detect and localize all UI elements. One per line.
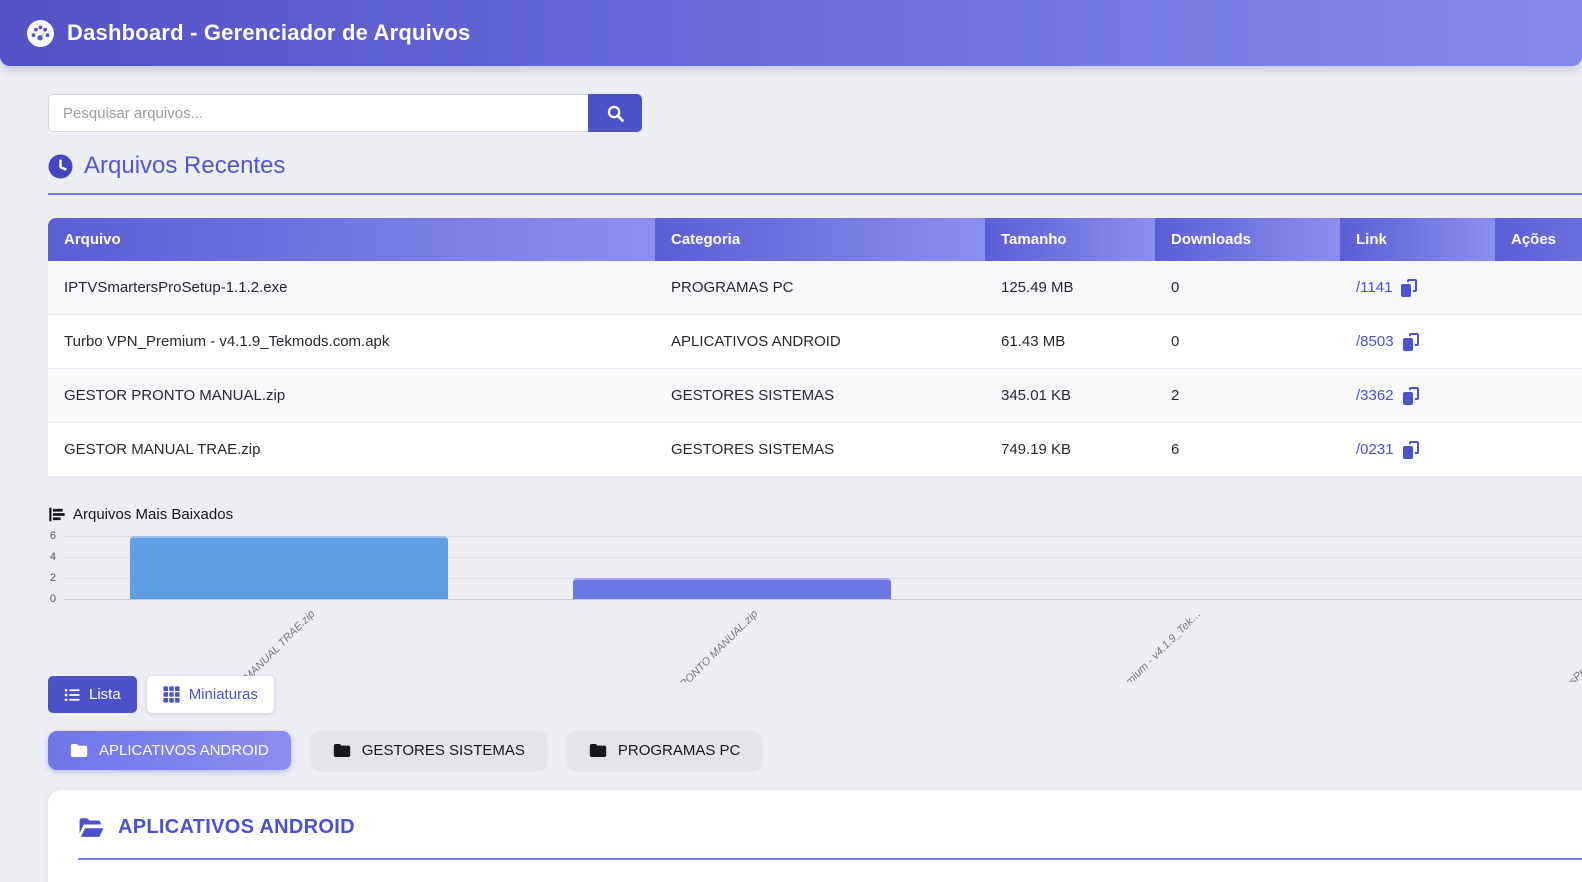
search-input[interactable] bbox=[48, 94, 588, 132]
chart-ytick-label: 6 bbox=[20, 530, 56, 542]
cell-categoria: GESTORES SISTEMAS bbox=[655, 423, 985, 476]
cell-downloads: 0 bbox=[1155, 261, 1340, 314]
file-link[interactable]: /8503 bbox=[1356, 333, 1394, 350]
chart-title: Arquivos Mais Baixados bbox=[48, 506, 233, 523]
category-button-label: PROGRAMAS PC bbox=[618, 742, 741, 759]
cell-link: /1141 bbox=[1340, 261, 1495, 314]
cell-tamanho: 345.01 KB bbox=[985, 369, 1155, 422]
copy-link-icon[interactable] bbox=[1403, 387, 1419, 405]
category-section-card: APLICATIVOS ANDROID bbox=[48, 790, 1582, 882]
file-link[interactable]: /1141 bbox=[1356, 279, 1392, 296]
cell-arquivo: GESTOR MANUAL TRAE.zip bbox=[48, 423, 655, 476]
folder-icon bbox=[70, 743, 88, 758]
grid-icon bbox=[163, 686, 180, 703]
cell-acoes bbox=[1495, 315, 1582, 368]
bar-chart-icon bbox=[48, 506, 65, 523]
page-title: Dashboard - Gerenciador de Arquivos bbox=[67, 20, 471, 46]
dashboard-screen: Dashboard - Gerenciador de Arquivos Arqu… bbox=[0, 0, 1582, 882]
category-button-label: APLICATIVOS ANDROID bbox=[99, 742, 269, 759]
chart-gridline bbox=[64, 599, 1582, 600]
column-header-link: Link bbox=[1340, 218, 1495, 261]
cell-downloads: 0 bbox=[1155, 315, 1340, 368]
view-toggle: Lista Miniaturas bbox=[48, 676, 274, 713]
chart-xtick-label: IPTVSmartersProSetup-1.1.2.exe bbox=[1522, 608, 1582, 682]
chart-xtick-label: GESTOR PRONTO MANUAL.zip bbox=[637, 608, 760, 682]
app-header: Dashboard - Gerenciador de Arquivos bbox=[0, 0, 1582, 66]
column-header-categoria: Categoria bbox=[655, 218, 985, 261]
cell-acoes bbox=[1495, 423, 1582, 476]
column-header-downloads: Downloads bbox=[1155, 218, 1340, 261]
recent-files-heading: Arquivos Recentes bbox=[48, 152, 285, 180]
file-link[interactable]: /3362 bbox=[1356, 387, 1394, 404]
table-header-row: ArquivoCategoriaTamanhoDownloadsLinkAçõe… bbox=[48, 218, 1582, 261]
chart-xtick-label: Turbo VPN_Premium - v4.1.9_Tek… bbox=[1069, 608, 1203, 682]
chart-ytick-label: 2 bbox=[20, 572, 56, 584]
cell-arquivo: IPTVSmartersProSetup-1.1.2.exe bbox=[48, 261, 655, 314]
table-row: Turbo VPN_Premium - v4.1.9_Tekmods.com.a… bbox=[48, 315, 1582, 369]
cell-downloads: 6 bbox=[1155, 423, 1340, 476]
cell-acoes bbox=[1495, 369, 1582, 422]
cell-arquivo: GESTOR PRONTO MANUAL.zip bbox=[48, 369, 655, 422]
category-button-gestores-sistemas[interactable]: GESTORES SISTEMAS bbox=[311, 731, 547, 770]
thumbnails-view-button[interactable]: Miniaturas bbox=[147, 676, 274, 713]
chart-bar bbox=[573, 578, 891, 599]
category-button-aplicativos-android[interactable]: APLICATIVOS ANDROID bbox=[48, 731, 291, 770]
category-section-title: APLICATIVOS ANDROID bbox=[118, 816, 355, 839]
category-button-programas-pc[interactable]: PROGRAMAS PC bbox=[567, 731, 763, 770]
cell-tamanho: 749.19 KB bbox=[985, 423, 1155, 476]
cell-categoria: GESTORES SISTEMAS bbox=[655, 369, 985, 422]
clock-icon bbox=[48, 154, 73, 179]
column-header-acoes: Ações bbox=[1495, 218, 1582, 261]
cell-tamanho: 61.43 MB bbox=[985, 315, 1155, 368]
cell-tamanho: 125.49 MB bbox=[985, 261, 1155, 314]
folder-icon bbox=[333, 743, 351, 758]
table-row: GESTOR PRONTO MANUAL.zipGESTORES SISTEMA… bbox=[48, 369, 1582, 423]
chart-title-text: Arquivos Mais Baixados bbox=[73, 506, 233, 523]
chart-xtick-label: GESTOR MANUAL TRAE.zip bbox=[207, 608, 318, 682]
chart-bar bbox=[130, 536, 448, 599]
search-icon bbox=[606, 104, 625, 123]
copy-link-icon[interactable] bbox=[1401, 279, 1417, 297]
category-section-heading: APLICATIVOS ANDROID bbox=[78, 816, 355, 839]
list-icon bbox=[64, 687, 80, 703]
category-section-divider bbox=[78, 858, 1582, 860]
category-buttons: APLICATIVOS ANDROID GESTORES SISTEMAS PROG… bbox=[48, 731, 762, 770]
search-button[interactable] bbox=[588, 94, 642, 132]
table-body: IPTVSmartersProSetup-1.1.2.exePROGRAMAS … bbox=[48, 261, 1582, 477]
chart-ytick-label: 0 bbox=[20, 593, 56, 605]
cell-link: /3362 bbox=[1340, 369, 1495, 422]
cell-acoes bbox=[1495, 261, 1582, 314]
column-header-tamanho: Tamanho bbox=[985, 218, 1155, 261]
recent-heading-divider bbox=[48, 193, 1582, 195]
chart-ytick-label: 4 bbox=[20, 551, 56, 563]
folder-open-icon bbox=[78, 816, 105, 839]
thumbnails-view-label: Miniaturas bbox=[189, 686, 258, 703]
file-link[interactable]: /0231 bbox=[1356, 441, 1394, 458]
cell-categoria: PROGRAMAS PC bbox=[655, 261, 985, 314]
tachometer-icon bbox=[27, 20, 54, 47]
downloads-chart: Arquivos Mais Baixados 6 4 2 0 GESTOR MANUAL… bbox=[0, 500, 1582, 682]
recent-files-table: ArquivoCategoriaTamanhoDownloadsLinkAçõe… bbox=[48, 218, 1582, 477]
cell-categoria: APLICATIVOS ANDROID bbox=[655, 315, 985, 368]
search-bar bbox=[48, 94, 642, 132]
cell-link: /0231 bbox=[1340, 423, 1495, 476]
copy-link-icon[interactable] bbox=[1403, 333, 1419, 351]
folder-icon bbox=[589, 743, 607, 758]
category-button-label: GESTORES SISTEMAS bbox=[362, 742, 525, 759]
cell-arquivo: Turbo VPN_Premium - v4.1.9_Tekmods.com.a… bbox=[48, 315, 655, 368]
cell-link: /8503 bbox=[1340, 315, 1495, 368]
copy-link-icon[interactable] bbox=[1403, 441, 1419, 459]
recent-files-title: Arquivos Recentes bbox=[84, 152, 285, 180]
cell-downloads: 2 bbox=[1155, 369, 1340, 422]
column-header-arquivo: Arquivo bbox=[48, 218, 655, 261]
list-view-label: Lista bbox=[89, 686, 121, 703]
table-row: IPTVSmartersProSetup-1.1.2.exePROGRAMAS … bbox=[48, 261, 1582, 315]
list-view-button[interactable]: Lista bbox=[48, 676, 137, 713]
table-row: GESTOR MANUAL TRAE.zipGESTORES SISTEMAS7… bbox=[48, 423, 1582, 477]
